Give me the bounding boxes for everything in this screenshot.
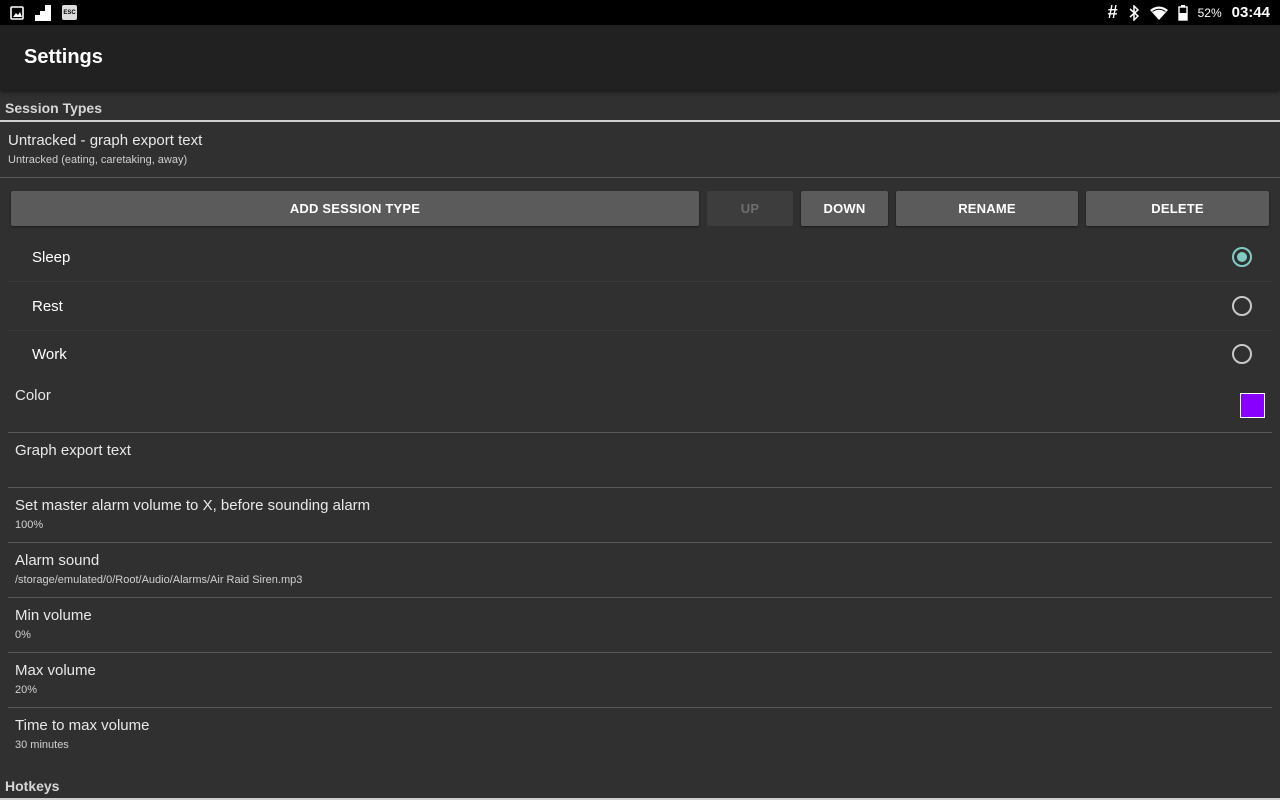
battery-percentage: 52% (1197, 5, 1222, 20)
add-session-type-button[interactable]: ADD SESSION TYPE (11, 191, 699, 226)
radio-option-label: Work (32, 345, 67, 363)
radio-button-checked[interactable] (1232, 247, 1252, 267)
color-preference[interactable]: Color (15, 387, 1265, 404)
color-swatch[interactable] (1240, 393, 1265, 418)
category-header-session-types: Session Types (5, 100, 103, 116)
current-session-type-title: Untracked - graph export text (8, 132, 203, 149)
wifi-icon (1149, 6, 1168, 20)
app-bar: Settings (0, 25, 1280, 90)
time-to-max-volume-preference[interactable]: Time to max volume 30 minutes (15, 717, 1265, 751)
status-bar-left: ESC (10, 4, 77, 22)
current-session-type-summary: Untracked (eating, caretaking, away) (8, 154, 188, 166)
min-volume-summary: 0% (15, 629, 31, 641)
image-icon (10, 5, 24, 20)
divider (0, 177, 1280, 178)
page-title: Settings (24, 46, 103, 68)
battery-icon (1177, 4, 1188, 21)
delete-button[interactable]: DELETE (1086, 191, 1269, 226)
alarm-sound-preference[interactable]: Alarm sound /storage/emulated/0/Root/Aud… (15, 552, 1265, 586)
hash-icon: # (1107, 2, 1118, 22)
graph-export-text-preference[interactable]: Graph export text (15, 442, 1265, 459)
esc-key-icon: ESC (62, 5, 77, 20)
max-volume-title: Max volume (15, 662, 96, 679)
master-volume-title: Set master alarm volume to X, before sou… (15, 497, 371, 514)
divider (8, 597, 1272, 598)
radio-option-label: Rest (32, 297, 63, 315)
status-bar: ESC # 52% 03:44 (0, 0, 1280, 25)
graph-export-text-title: Graph export text (15, 442, 131, 459)
divider (8, 652, 1272, 653)
divider (8, 487, 1272, 488)
alarm-sound-title: Alarm sound (15, 552, 100, 569)
status-bar-right: # 52% 03:44 (1108, 2, 1270, 23)
min-volume-title: Min volume (15, 607, 92, 624)
radio-button-unchecked[interactable] (1232, 344, 1252, 364)
category-divider (0, 120, 1280, 122)
clock-time: 03:44 (1231, 4, 1270, 21)
radio-button-unchecked[interactable] (1232, 296, 1252, 316)
max-volume-preference[interactable]: Max volume 20% (15, 662, 1265, 696)
move-up-button[interactable]: UP (707, 191, 793, 226)
master-volume-preference[interactable]: Set master alarm volume to X, before sou… (15, 497, 1265, 531)
radio-option-rest[interactable]: Rest (8, 282, 1272, 330)
radio-option-work[interactable]: Work (8, 330, 1272, 378)
signal-bars-icon (34, 4, 52, 22)
color-preference-title: Color (15, 387, 51, 404)
time-to-max-volume-summary: 30 minutes (15, 739, 69, 751)
master-volume-summary: 100% (15, 519, 44, 531)
rename-button[interactable]: RENAME (896, 191, 1078, 226)
alarm-sound-summary: /storage/emulated/0/Root/Audio/Alarms/Ai… (15, 574, 303, 586)
time-to-max-volume-title: Time to max volume (15, 717, 150, 734)
divider (8, 707, 1272, 708)
bluetooth-icon (1128, 4, 1140, 21)
min-volume-preference[interactable]: Min volume 0% (15, 607, 1265, 641)
divider (8, 432, 1272, 433)
max-volume-summary: 20% (15, 684, 38, 696)
divider (8, 542, 1272, 543)
radio-option-sleep[interactable]: Sleep (8, 233, 1272, 281)
category-header-hotkeys: Hotkeys (5, 778, 60, 794)
current-session-type[interactable]: Untracked - graph export text Untracked … (8, 132, 1258, 166)
radio-dot (1237, 252, 1247, 262)
radio-option-label: Sleep (32, 248, 71, 266)
move-down-button[interactable]: DOWN (801, 191, 888, 226)
